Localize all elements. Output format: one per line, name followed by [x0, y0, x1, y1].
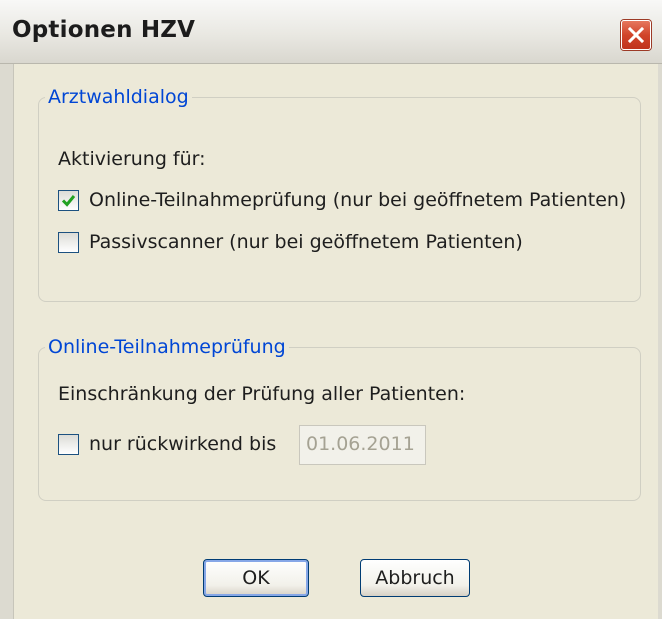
close-icon [628, 27, 644, 43]
online-teilnahme-group: Online-Teilnahmeprüfung [38, 336, 641, 501]
online-teilnahme-legend: Online-Teilnahmeprüfung [48, 336, 286, 358]
online-check-checkbox[interactable] [58, 190, 79, 211]
online-check-label[interactable]: Online-Teilnahmeprüfung (nur bei geöffne… [89, 189, 626, 211]
window-title: Optionen HZV [12, 17, 196, 43]
close-button[interactable] [621, 20, 651, 50]
title-bar[interactable]: Optionen HZV [0, 0, 662, 64]
retroactive-checkbox[interactable] [58, 434, 79, 455]
window-frame-left [0, 64, 14, 619]
activation-label: Aktivierung für: [58, 148, 206, 170]
checkmark-icon [61, 195, 76, 207]
retroactive-label[interactable]: nur rückwirkend bis [89, 433, 276, 455]
restriction-label: Einschränkung der Prüfung aller Patiente… [58, 383, 466, 405]
options-dialog: Optionen HZV Arztwahldialog Aktivierung … [0, 0, 662, 619]
passivscanner-label[interactable]: Passivscanner (nur bei geöffnetem Patien… [89, 231, 523, 253]
arztwahldialog-legend: Arztwahldialog [48, 86, 189, 108]
passivscanner-checkbox[interactable] [58, 232, 79, 253]
ok-button[interactable]: OK [203, 559, 309, 597]
window-frame-right [658, 64, 662, 619]
retroactive-date-field[interactable]: 01.06.2011 [299, 425, 426, 465]
cancel-button[interactable]: Abbruch [360, 559, 470, 597]
